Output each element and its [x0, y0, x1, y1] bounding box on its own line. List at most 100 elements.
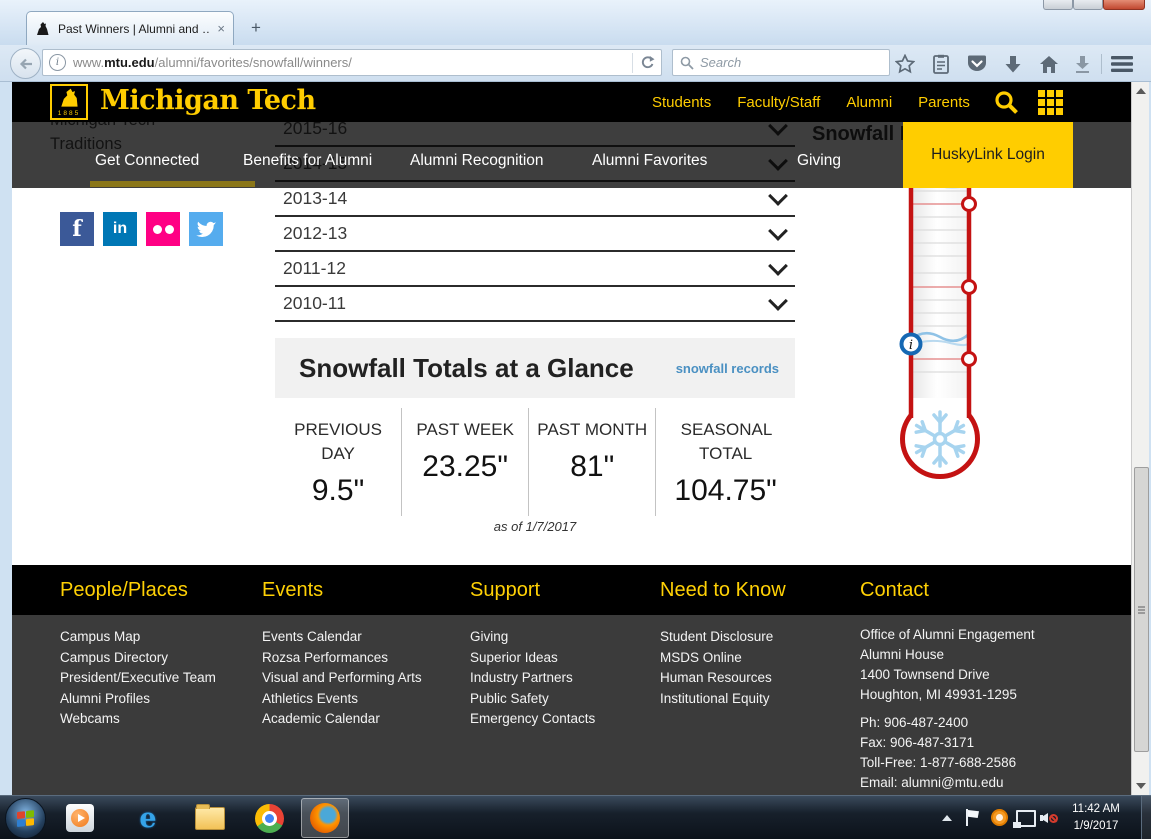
year-row[interactable]: 2010-11 — [275, 287, 795, 322]
footer-link[interactable]: Emergency Contacts — [470, 709, 660, 730]
footer-link[interactable]: MSDS Online — [660, 648, 850, 669]
download-arrow-icon — [1004, 55, 1022, 74]
footer-link[interactable]: President/Executive Team — [60, 668, 250, 689]
footer-link[interactable]: Institutional Equity — [660, 689, 850, 710]
stat-previous-day: PREVIOUS DAY 9.5" — [275, 408, 401, 516]
year-row[interactable]: 2012-13 — [275, 217, 795, 252]
footer-col-need-to-know: Student Disclosure MSDS Online Human Res… — [660, 627, 850, 709]
show-hidden-icons-button[interactable] — [942, 815, 952, 821]
reload-button[interactable] — [632, 53, 655, 73]
footer-link[interactable]: Campus Map — [60, 627, 250, 648]
home-icon — [1039, 55, 1059, 74]
clock-time: 11:42 AM — [1062, 801, 1130, 818]
action-center-flag-icon[interactable] — [966, 809, 980, 826]
downloads-button[interactable] — [1001, 52, 1025, 76]
new-tab-button[interactable]: + — [243, 16, 269, 40]
footer-heading: Events — [262, 579, 323, 602]
footer-link[interactable]: Student Disclosure — [660, 627, 850, 648]
back-button[interactable] — [10, 48, 41, 79]
media-player-taskbar-icon[interactable] — [64, 802, 96, 834]
subnav-get-connected[interactable]: Get Connected — [95, 152, 199, 170]
download-manager-button[interactable] — [1070, 52, 1094, 76]
clipboard-icon — [932, 54, 950, 74]
svg-text:i: i — [909, 338, 913, 353]
footer-link[interactable]: Giving — [470, 627, 660, 648]
footer-link[interactable]: Visual and Performing Arts — [262, 668, 452, 689]
scroll-down-arrow[interactable] — [1136, 783, 1146, 789]
browser-tab[interactable]: Past Winners | Alumni and … × — [26, 11, 234, 45]
taskbar-clock[interactable]: 11:42 AM 1/9/2017 — [1062, 801, 1130, 835]
start-button[interactable] — [5, 798, 46, 839]
internet-explorer-taskbar-icon[interactable]: e — [132, 802, 164, 834]
pocket-button[interactable] — [965, 52, 989, 76]
huskylink-login-button[interactable]: HuskyLink Login — [903, 122, 1073, 188]
subnav-recognition[interactable]: Alumni Recognition — [410, 152, 544, 170]
network-tray-icon[interactable] — [1016, 810, 1036, 827]
bookmark-star-button[interactable] — [893, 52, 917, 76]
bookmarks-menu-button[interactable] — [929, 52, 953, 76]
firefox-taskbar-icon[interactable] — [309, 802, 341, 834]
stat-seasonal-total: SEASONAL TOTAL 104.75" — [655, 408, 795, 516]
linkedin-icon[interactable]: in — [103, 212, 137, 246]
footer-link[interactable]: Superior Ideas — [470, 648, 660, 669]
subnav-benefits[interactable]: Benefits for Alumni — [243, 152, 372, 170]
apps-grid-button[interactable] — [1038, 90, 1063, 120]
active-subnav-underline — [90, 181, 255, 187]
year-row[interactable]: 2011-12 — [275, 252, 795, 287]
glance-title: Snowfall Totals at a Glance — [299, 353, 634, 384]
footer-link[interactable]: Industry Partners — [470, 668, 660, 689]
desktop-screen: Past Winners | Alumni and … × + i www.mt… — [0, 0, 1151, 839]
footer-link[interactable]: Athletics Events — [262, 689, 452, 710]
meter-info-icon[interactable]: i — [902, 335, 921, 354]
file-explorer-taskbar-icon[interactable] — [194, 802, 226, 834]
contact-line: Fax: 906-487-3171 — [860, 733, 1090, 753]
nav-faculty-staff[interactable]: Faculty/Staff — [737, 94, 820, 111]
footer-col-people-places: Campus Map Campus Directory President/Ex… — [60, 627, 250, 730]
footer-col-events: Events Calendar Rozsa Performances Visua… — [262, 627, 452, 730]
snowfall-glance-panel: Snowfall Totals at a Glance snowfall rec… — [275, 338, 795, 398]
show-desktop-button[interactable] — [1141, 796, 1151, 839]
mtu-logo[interactable]: 1885 — [50, 84, 88, 120]
tab-close-icon[interactable]: × — [217, 21, 225, 36]
twitter-icon[interactable] — [189, 212, 223, 246]
footer-link[interactable]: Events Calendar — [262, 627, 452, 648]
facebook-icon[interactable]: f — [60, 212, 94, 246]
star-icon — [895, 54, 915, 74]
search-icon — [680, 56, 694, 70]
nav-students[interactable]: Students — [652, 94, 711, 111]
browser-titlebar: Past Winners | Alumni and … × + — [0, 0, 1151, 45]
chrome-taskbar-icon[interactable] — [253, 802, 285, 834]
footer-link[interactable]: Webcams — [60, 709, 250, 730]
url-bar[interactable]: i www.mtu.edu/alumni/favorites/snowfall/… — [42, 49, 662, 76]
site-info-icon[interactable]: i — [49, 54, 66, 71]
close-button[interactable] — [1103, 0, 1145, 10]
volume-muted-icon[interactable] — [1040, 809, 1058, 826]
footer-link[interactable]: Public Safety — [470, 689, 660, 710]
snowfall-records-link[interactable]: snowfall records — [676, 361, 779, 376]
footer-link[interactable]: Academic Calendar — [262, 709, 452, 730]
subnav-giving[interactable]: Giving — [797, 152, 841, 170]
mtu-wordmark[interactable]: Michigan Tech — [100, 85, 316, 116]
scroll-up-arrow[interactable] — [1136, 88, 1146, 94]
contact-line: Ph: 906-487-2400 — [860, 713, 1090, 733]
snowfall-stats: PREVIOUS DAY 9.5" PAST WEEK 23.25" PAST … — [275, 408, 795, 516]
minimize-button[interactable] — [1043, 0, 1073, 10]
site-header: 1885 Michigan Tech Students Faculty/Staf… — [12, 82, 1131, 122]
home-button[interactable] — [1037, 52, 1061, 76]
footer-link[interactable]: Rozsa Performances — [262, 648, 452, 669]
maximize-button[interactable] — [1073, 0, 1103, 10]
contact-line: Alumni House — [860, 645, 1090, 665]
nav-parents[interactable]: Parents — [918, 94, 970, 111]
footer-link[interactable]: Campus Directory — [60, 648, 250, 669]
footer-link[interactable]: Alumni Profiles — [60, 689, 250, 710]
menu-button[interactable] — [1110, 52, 1134, 76]
search-bar[interactable]: Search — [672, 49, 890, 76]
flickr-icon[interactable] — [146, 212, 180, 246]
tray-app-icon[interactable] — [991, 809, 1008, 826]
site-search-button[interactable] — [994, 90, 1019, 120]
scrollbar-thumb[interactable] — [1134, 467, 1149, 752]
nav-alumni[interactable]: Alumni — [846, 94, 892, 111]
footer-link[interactable]: Human Resources — [660, 668, 850, 689]
page-scrollbar[interactable] — [1131, 82, 1149, 795]
subnav-favorites[interactable]: Alumni Favorites — [592, 152, 707, 170]
